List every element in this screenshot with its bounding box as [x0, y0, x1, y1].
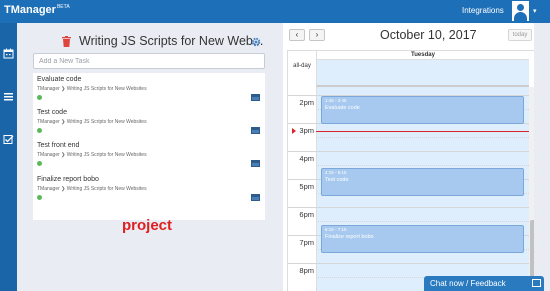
calendar-small-icon[interactable]	[251, 94, 260, 101]
hour-line	[288, 207, 529, 208]
time-label: 8pm	[299, 266, 314, 275]
integrations-link[interactable]: Integrations	[462, 6, 504, 15]
calendar-small-icon[interactable]	[251, 160, 260, 167]
gear-icon[interactable]	[251, 37, 261, 47]
task-item[interactable]: Finalize report bobo TManager ❯ Writing …	[33, 173, 265, 206]
today-button[interactable]: today	[508, 29, 532, 41]
calendar-event[interactable]: 1:45 - 2:45 Evaluate code	[321, 96, 524, 124]
task-path: TManager ❯ Writing JS Scripts for New We…	[37, 86, 147, 92]
chat-label: Chat now / Feedback	[430, 279, 506, 288]
next-day-button[interactable]: ›	[309, 29, 325, 41]
event-time: 6:15 - 7:15	[325, 227, 347, 232]
task-item[interactable]: Test front end TManager ❯ Writing JS Scr…	[33, 139, 265, 172]
task-list: Evaluate code TManager ❯ Writing JS Scri…	[33, 73, 265, 220]
time-label: 6pm	[299, 210, 314, 219]
calendar-date-title: October 10, 2017	[380, 28, 477, 42]
caret-down-icon[interactable]: ▾	[533, 7, 537, 15]
task-path: TManager ❯ Writing JS Scripts for New We…	[37, 186, 147, 192]
task-title: Evaluate code	[37, 76, 82, 83]
task-path: TManager ❯ Writing JS Scripts for New We…	[37, 152, 147, 158]
calendar-small-icon[interactable]	[251, 127, 260, 134]
half-hour-line	[316, 221, 529, 222]
chat-feedback-button[interactable]: Chat now / Feedback	[424, 276, 544, 291]
status-dot-icon	[37, 95, 42, 100]
event-time: 4:15 - 5:15	[325, 170, 347, 175]
task-path: TManager ❯ Writing JS Scripts for New We…	[37, 119, 147, 125]
status-dot-icon	[37, 161, 42, 166]
brand-badge: BETA	[56, 4, 70, 11]
task-panel: Writing JS Scripts for New Web... Evalua…	[17, 23, 278, 291]
time-label: 5pm	[299, 182, 314, 191]
time-label: 7pm	[299, 238, 314, 247]
half-hour-line	[316, 165, 529, 166]
calendar-event[interactable]: 4:15 - 5:15 Test code	[321, 168, 524, 196]
project-title: Writing JS Scripts for New Web...	[79, 34, 264, 48]
calendar-grid: Tuesday all-day 2pm 3pm 4pm 5pm 6pm 7pm …	[287, 50, 534, 291]
task-item[interactable]: Test code TManager ❯ Writing JS Scripts …	[33, 106, 265, 139]
prev-day-button[interactable]: ‹	[289, 29, 305, 41]
event-time: 1:45 - 2:45	[325, 98, 347, 103]
half-hour-line	[316, 137, 529, 138]
task-title: Finalize report bobo	[37, 176, 99, 183]
chat-window-icon	[532, 279, 541, 287]
list-icon[interactable]	[3, 91, 14, 102]
hour-line	[288, 263, 529, 264]
event-title: Test code	[325, 177, 349, 183]
allday-label: all-day	[293, 63, 311, 69]
checkbox-icon[interactable]	[3, 134, 14, 145]
project-header: Writing JS Scripts for New Web...	[62, 34, 272, 50]
brand-logo[interactable]: TManagerBETA	[4, 4, 70, 16]
calendar-small-icon[interactable]	[251, 194, 260, 201]
calendar-event[interactable]: 6:15 - 7:15 Finalize report bobo	[321, 225, 524, 253]
now-indicator-line	[316, 131, 529, 132]
allday-slot[interactable]	[316, 60, 529, 87]
day-header: Tuesday	[316, 51, 529, 60]
hour-line	[288, 151, 529, 152]
status-dot-icon	[37, 195, 42, 200]
now-indicator-arrow	[292, 128, 296, 134]
event-title: Finalize report bobo	[325, 234, 374, 240]
trash-icon[interactable]	[62, 36, 71, 47]
task-title: Test front end	[37, 142, 80, 149]
event-title: Evaluate code	[325, 105, 360, 111]
task-item[interactable]: Evaluate code TManager ❯ Writing JS Scri…	[33, 73, 265, 106]
add-task-input[interactable]	[33, 53, 265, 69]
project-annotation: project	[122, 217, 173, 234]
avatar-icon[interactable]	[512, 1, 529, 21]
left-rail	[0, 23, 17, 291]
task-title: Test code	[37, 109, 67, 116]
top-bar: TManagerBETA Integrations ▾	[0, 0, 550, 23]
calendar-icon[interactable]	[3, 48, 14, 59]
calendar-panel: ‹ › October 10, 2017 today Tuesday all-d…	[283, 23, 534, 291]
status-dot-icon	[37, 128, 42, 133]
calendar-scroll-thumb[interactable]	[530, 220, 534, 282]
time-label: 4pm	[299, 154, 314, 163]
time-label: 2pm	[299, 98, 314, 107]
